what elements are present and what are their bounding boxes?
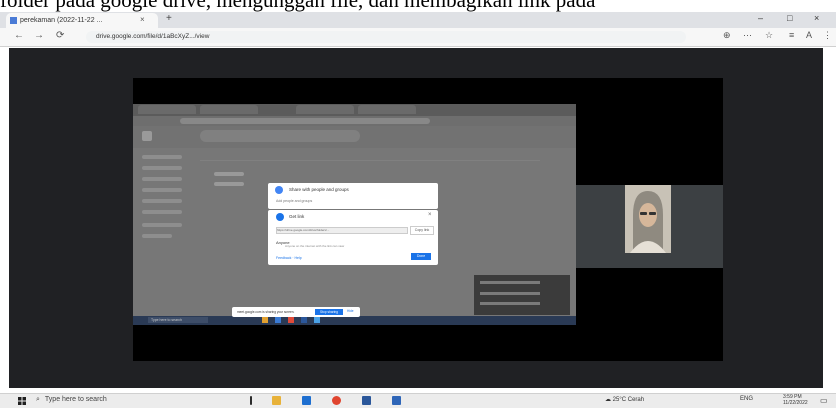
drive-sidebar-item [142,177,182,181]
new-tab-button[interactable]: + [166,13,172,24]
back-button[interactable]: ← [14,30,24,41]
taskbar-search[interactable]: ⌕ Type here to search [36,394,216,406]
panel-row [480,292,540,295]
address-bar[interactable]: drive.google.com/file/d/1aBcXyZ.../view [86,31,686,43]
stop-sharing-button: Stop sharing [315,309,343,315]
zoom-icon[interactable]: ⊕ [723,30,731,41]
tab-title: perekaman (2022-11-22 ... [20,17,103,24]
done-button: Done [411,253,431,260]
weather-widget[interactable]: ☁ 25°C Cerah [605,396,644,403]
clock[interactable]: 3:59 PM 11/22/2022 [783,394,808,406]
copy-link-button: Copy link [410,226,434,235]
get-link-title: Get link [289,214,305,219]
shared-url [180,118,430,124]
word-icon[interactable] [362,396,371,405]
bookmark-star-icon[interactable]: ☆ [765,30,773,41]
language-indicator[interactable]: ENG [740,396,753,402]
tab-close-icon[interactable]: × [140,15,145,24]
word-icon [301,317,307,323]
url-text: drive.google.com/file/d/1aBcXyZ.../view [96,33,210,40]
chrome-icon [288,317,294,323]
link-icon [276,213,284,221]
drive-storage-bar [142,234,172,238]
drive-sidebar-item [142,223,182,227]
profile-avatar[interactable]: A [806,30,812,40]
panel-row [480,281,540,284]
shared-tab [200,105,258,114]
drive-sidebar-item [142,199,182,203]
chrome-icon[interactable] [332,396,341,405]
drive-sidebar-item [142,155,182,159]
drive-file-row [214,172,244,176]
search-icon: ⌕ [36,396,40,403]
drive-search-bar [200,130,360,142]
reload-button[interactable]: ⟳ [56,30,64,41]
share-dialog-input: Add people and groups [276,199,313,203]
share-dialog-title: Share with people and groups [289,187,349,192]
link-access-desc: Anyone on the internet with the link can… [285,244,345,248]
shared-tab [296,105,354,114]
drive-logo-icon [142,131,152,141]
hide-share-bar-button: Hide [347,309,354,313]
shared-tab [358,105,416,114]
notifications-icon[interactable]: ▭ [820,396,828,405]
close-window-button[interactable]: × [814,13,819,23]
participant-image [625,185,671,253]
menu-kebab-icon[interactable]: ⋮ [823,30,832,41]
link-field: https://drive.google.com/drive/folders/.… [276,227,408,234]
shared-tab [138,105,196,114]
dialog-close-icon: × [428,212,432,218]
drive-file-row [214,182,244,186]
task-view-icon[interactable] [250,396,252,405]
taskbar-search-placeholder: Type here to search [44,396,107,403]
drive-file-divider [200,160,540,161]
dialog-feedback-link: Feedback · Help [276,256,302,260]
minimize-button[interactable]: – [758,13,763,23]
mail-icon[interactable] [302,396,311,405]
app-icon[interactable] [392,396,401,405]
reading-list-icon[interactable]: ≡ [789,30,794,40]
share-icon[interactable]: ⋯ [743,30,752,41]
shared-taskbar-search: Type here to search [148,317,208,323]
drive-favicon-icon [10,16,17,24]
windows-start-icon[interactable] [18,397,26,405]
panel-row [480,302,540,305]
participant-video [625,185,671,253]
app-icon [314,317,320,323]
share-people-icon [275,186,283,194]
browser-tab[interactable]: perekaman (2022-11-22 ... [6,13,158,28]
explorer-icon [262,317,268,323]
forward-button[interactable]: → [34,30,44,41]
drive-sidebar-item [142,210,182,214]
clock-date: 11/22/2022 [783,400,808,406]
drive-sidebar-item [142,188,182,192]
file-explorer-icon[interactable] [272,396,281,405]
maximize-button[interactable]: □ [787,13,792,23]
drive-sidebar-item [142,166,182,170]
app-icon [275,317,281,323]
